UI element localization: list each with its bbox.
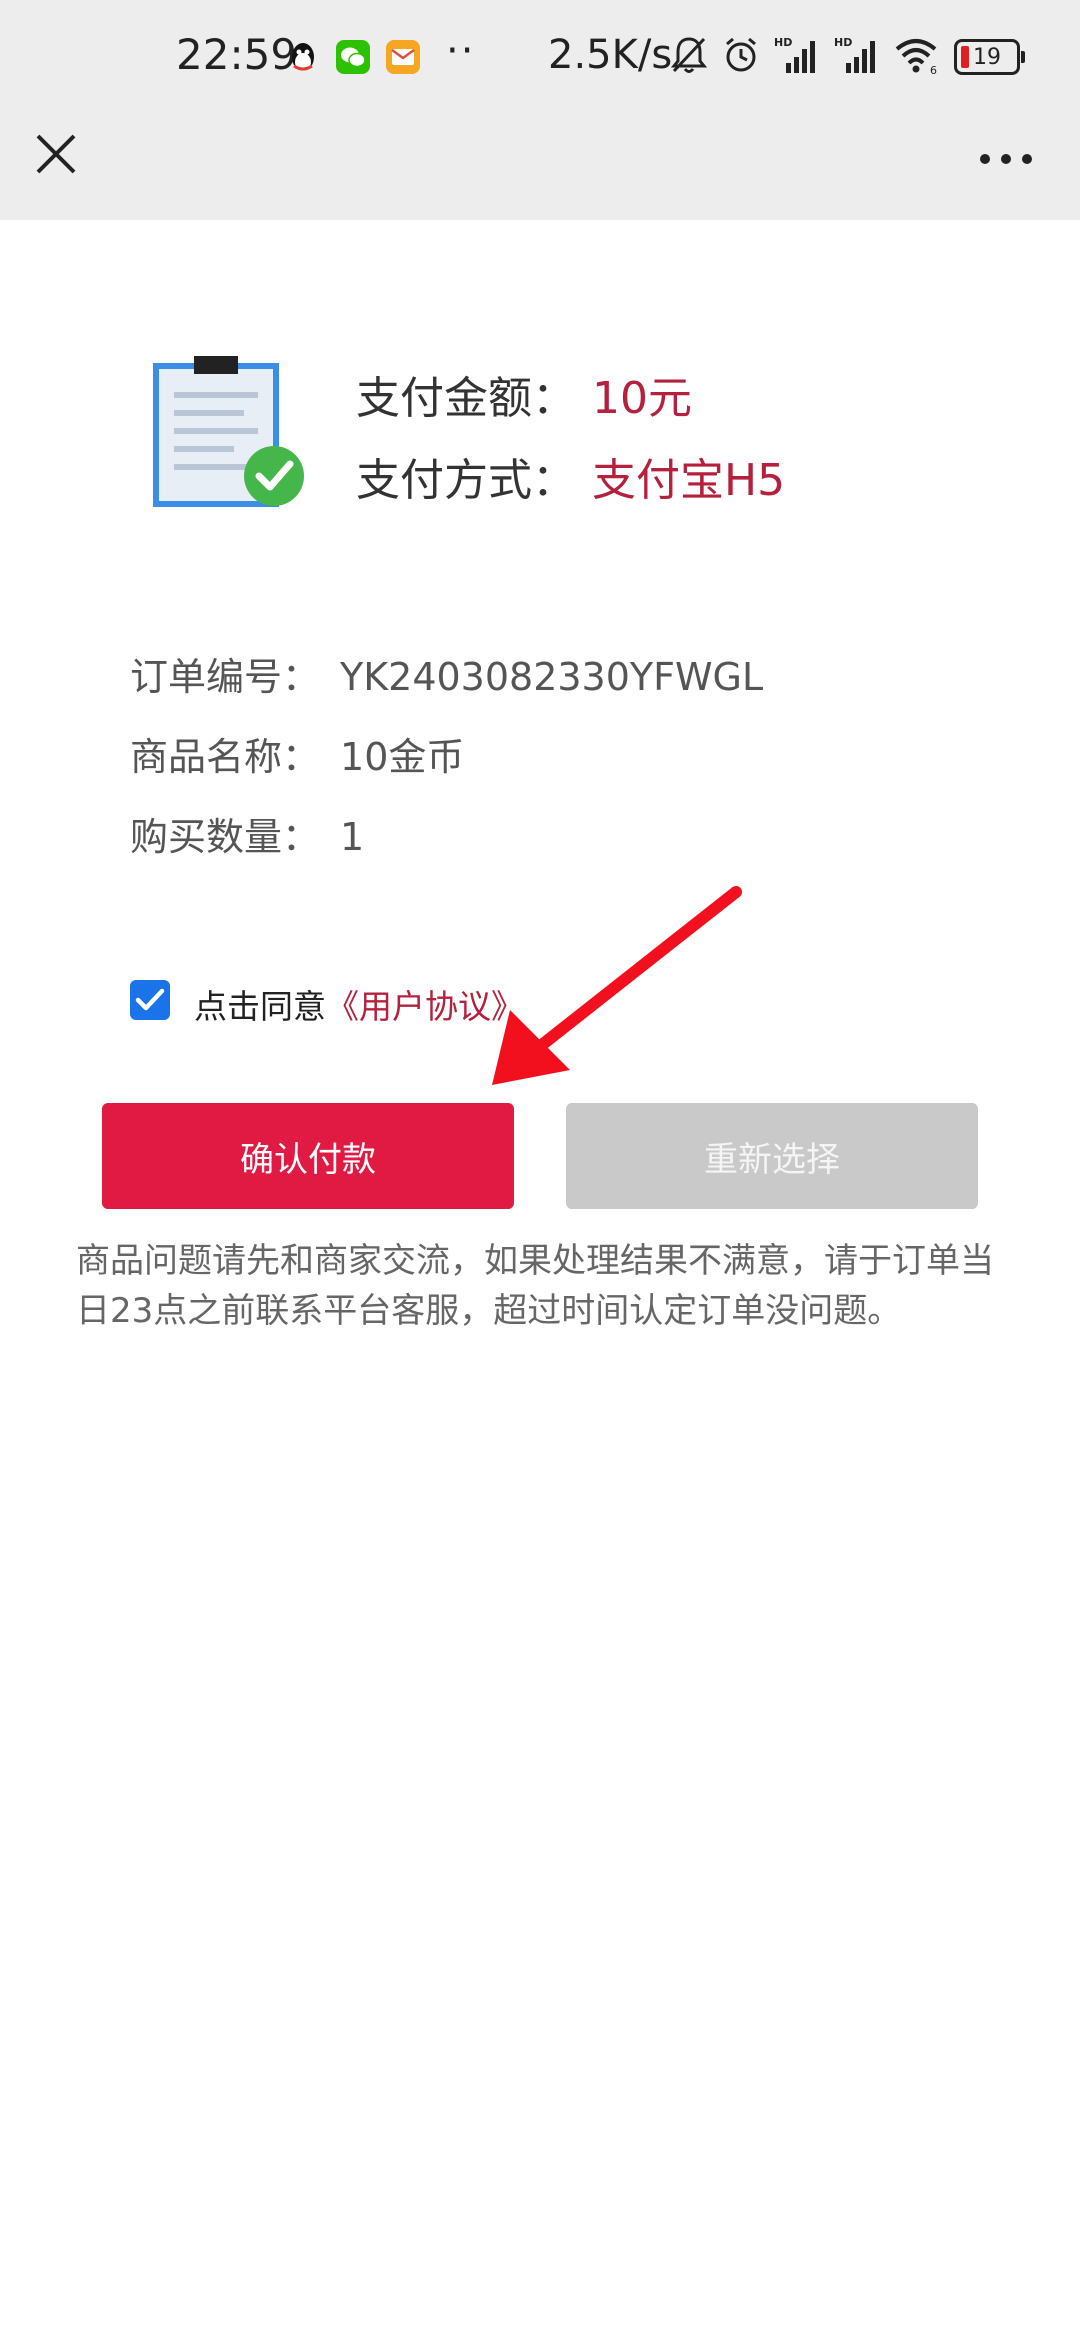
reselect-button[interactable]: 重新选择 <box>566 1103 978 1209</box>
battery-level: 19 <box>973 44 1001 70</box>
pay-method-row: 支付方式： 支付宝H5 <box>356 444 785 508</box>
status-bar: 22:59 ·· 2.5K/s HD HD 6 19 <box>0 0 1080 120</box>
order-number-value: YK2403082330YFWGL <box>340 655 764 699</box>
pay-method-label: 支付方式： <box>356 455 576 506</box>
alarm-icon <box>722 35 760 79</box>
agreement-label: 点击同意 <box>194 987 326 1026</box>
quantity-value: 1 <box>340 815 365 859</box>
red-arrow-icon <box>492 886 742 1085</box>
notice-text: 商品问题请先和商家交流，如果处理结果不满意，请于订单当日23点之前联系平台客服，… <box>76 1241 994 1331</box>
pay-method-value: 支付宝H5 <box>592 455 786 506</box>
signal-hd-icon-1: HD <box>774 35 820 79</box>
battery-icon: 19 <box>954 39 1025 75</box>
product-name-row: 商品名称： 10金币 <box>130 726 464 781</box>
svg-text:HD: HD <box>774 36 792 49</box>
svg-text:6: 6 <box>930 64 937 75</box>
order-number-label: 订单编号： <box>130 655 321 699</box>
wifi-icon: 6 <box>894 35 940 79</box>
quantity-label: 购买数量： <box>130 815 321 859</box>
status-icons: HD HD 6 19 <box>670 34 1025 80</box>
pay-amount-label: 支付金额： <box>356 373 576 424</box>
quantity-row: 购买数量： 1 <box>130 806 364 861</box>
mail-icon <box>386 40 420 74</box>
close-icon[interactable] <box>34 132 78 176</box>
title-bar <box>0 120 1080 220</box>
product-name-label: 商品名称： <box>130 735 321 779</box>
agree-checkbox[interactable] <box>130 980 170 1020</box>
status-time: 22:59 <box>176 30 298 79</box>
pay-amount-value: 10元 <box>592 373 692 424</box>
confirm-payment-button[interactable]: 确认付款 <box>102 1103 514 1209</box>
network-speed: 2.5K/s <box>548 32 673 78</box>
bell-muted-icon <box>670 35 708 79</box>
wechat-icon <box>336 40 370 74</box>
pay-amount-row: 支付金额： 10元 <box>356 362 692 426</box>
status-more-dots: ·· <box>446 28 476 74</box>
more-options-icon[interactable] <box>978 152 1034 166</box>
order-clipboard-icon <box>153 356 304 507</box>
checkmark-icon <box>135 988 165 1011</box>
product-name-value: 10金币 <box>340 735 465 779</box>
order-number-row: 订单编号： YK2403082330YFWGL <box>130 646 763 701</box>
svg-text:HD: HD <box>834 36 852 49</box>
signal-hd-icon-2: HD <box>834 35 880 79</box>
qq-icon <box>286 40 320 74</box>
